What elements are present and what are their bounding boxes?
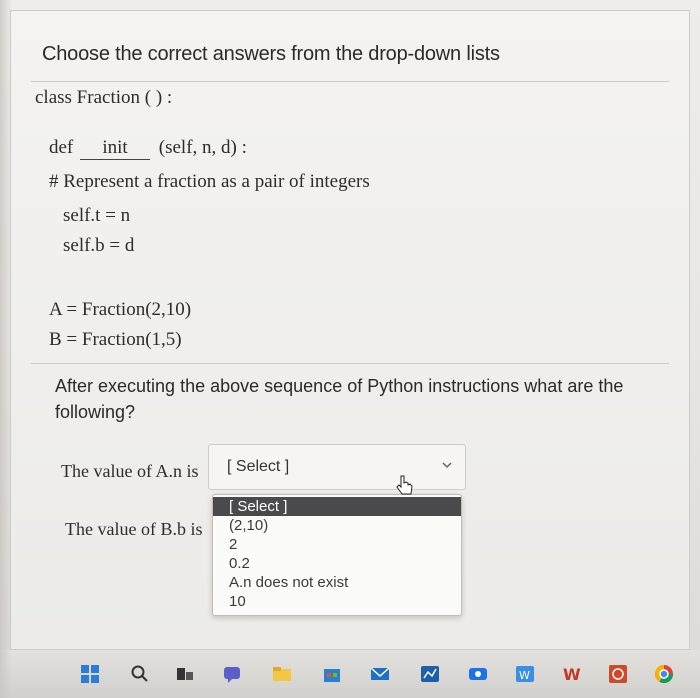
item-label-b: The value of B.b is <box>65 519 203 539</box>
code-comment: # Represent a fraction as a pair of inte… <box>49 171 370 192</box>
select-a-value: [ Select ] <box>227 458 290 475</box>
chat-icon[interactable] <box>222 664 242 684</box>
code-b-line: B = Fraction(1,5) <box>49 329 182 350</box>
taskbar: W W <box>0 650 700 698</box>
windows-icon[interactable] <box>80 664 100 684</box>
code-def-name-text: init <box>102 137 128 158</box>
code-assign-b: self.b = d <box>63 235 135 256</box>
select-a-dropdown[interactable]: [ Select ] <box>208 444 466 490</box>
file-explorer-icon[interactable] <box>272 664 292 684</box>
mail-icon[interactable] <box>370 664 390 684</box>
option-2-10[interactable]: (2,10) <box>213 516 461 535</box>
select-b-options: [ Select ] (2,10) 2 0.2 A.n does not exi… <box>212 494 462 616</box>
option-an-does-not-exist[interactable]: A.n does not exist <box>213 573 461 592</box>
divider <box>31 363 669 364</box>
code-def-keyword: def <box>49 137 74 158</box>
screen-edge <box>0 0 12 698</box>
camera-icon[interactable] <box>468 664 488 684</box>
option-0-2[interactable]: 0.2 <box>213 554 461 573</box>
search-icon[interactable] <box>130 664 150 684</box>
chrome-icon[interactable] <box>654 664 674 684</box>
office-icon[interactable] <box>608 664 628 684</box>
svg-text:W: W <box>563 665 581 684</box>
task-view-icon[interactable] <box>175 664 195 684</box>
code-class-line: class Fraction ( ) : <box>35 87 173 108</box>
option-10[interactable]: 10 <box>213 592 461 611</box>
code-def-suffix: (self, n, d) : <box>158 137 247 158</box>
option-select[interactable]: [ Select ] <box>213 497 461 516</box>
code-assign-t: self.t = n <box>63 205 131 226</box>
word-icon[interactable]: W <box>562 664 582 684</box>
code-def-name: init <box>80 137 151 160</box>
question-prompt: After executing the above sequence of Py… <box>55 376 624 422</box>
question-title: Choose the correct answers from the drop… <box>42 43 500 65</box>
option-2[interactable]: 2 <box>213 535 461 554</box>
app-icon[interactable]: W <box>515 664 535 684</box>
store-icon[interactable] <box>322 664 342 684</box>
app-icon[interactable] <box>420 664 440 684</box>
divider <box>31 81 669 82</box>
item-label-a: The value of A.n is <box>61 461 199 481</box>
code-a-line: A = Fraction(2,10) <box>49 299 192 320</box>
hand-cursor-icon <box>396 475 413 495</box>
svg-text:W: W <box>519 669 530 682</box>
code-def-line: def init (self, n, d) : <box>49 137 247 160</box>
screen: Choose the correct answers from the drop… <box>0 0 700 698</box>
chevron-down-icon <box>442 462 452 469</box>
